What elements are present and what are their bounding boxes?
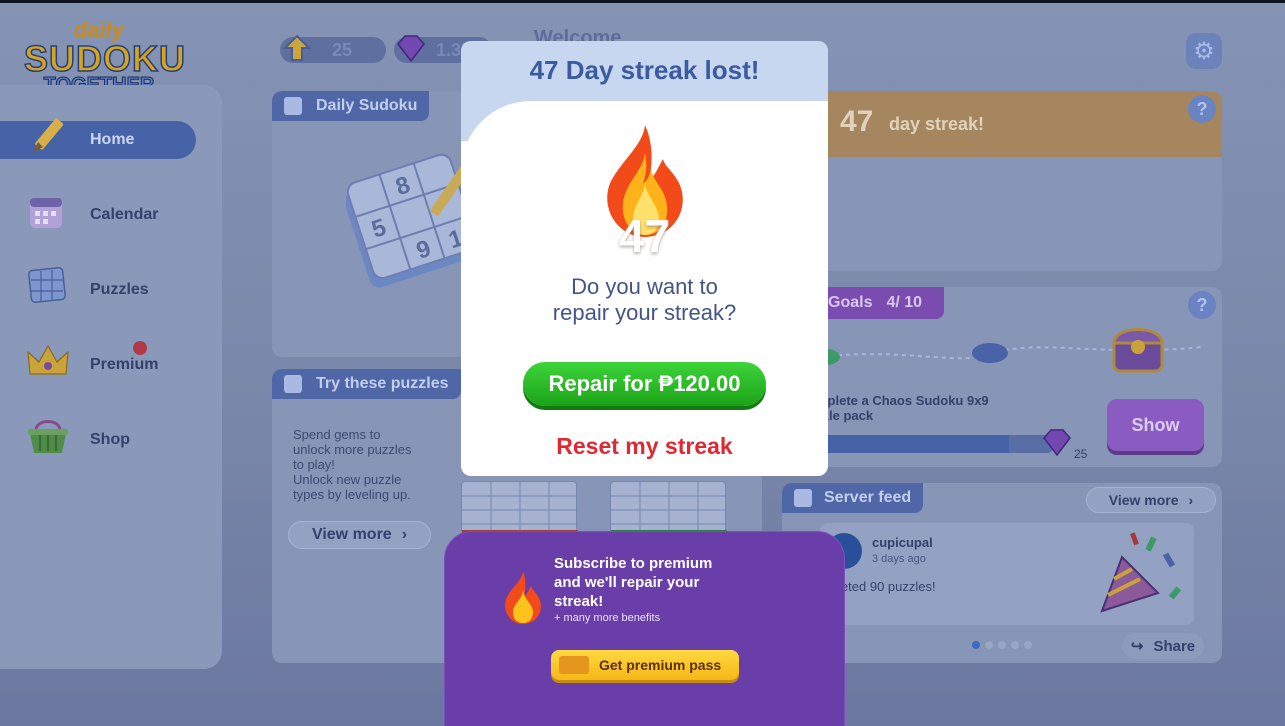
streak-help-icon[interactable]: ? (1188, 95, 1216, 123)
feed-pagination (972, 641, 1032, 649)
sidebar-item-calendar[interactable]: Calendar (0, 196, 196, 234)
description-line: unlock more puzzles (293, 442, 412, 457)
description-line: types by leveling up. (293, 487, 411, 502)
pagination-dot[interactable] (998, 641, 1006, 649)
view-more-label: View more (1108, 492, 1179, 508)
chevron-right-icon: › (401, 526, 408, 543)
chevron-right-icon: › (1188, 492, 1194, 508)
premium-line: Subscribe to premium (554, 555, 713, 572)
description-line: to play! (293, 457, 335, 472)
feed-view-more-button[interactable]: View more › (1086, 487, 1216, 513)
premium-offer-panel: Subscribe to premium and we'll repair yo… (444, 531, 845, 726)
sidebar-item-premium[interactable]: Premium (0, 344, 196, 384)
premium-button-label: Get premium pass (599, 657, 722, 673)
try-puzzles-view-more-button[interactable]: View more › (288, 521, 431, 549)
flame-icon (505, 571, 541, 624)
crown-icon (26, 340, 70, 384)
ticket-crown-icon (559, 656, 589, 674)
modal-title: 47 Day streak lost! (529, 55, 760, 85)
treasure-chest-icon (1112, 328, 1164, 373)
sidebar-item-label: Puzzles (90, 281, 149, 298)
party-popper-icon (1100, 532, 1182, 613)
goal-task-line: zzle pack (816, 408, 874, 423)
people-icon (794, 489, 812, 507)
level-pill: 25 (280, 34, 386, 63)
premium-line: and we'll repair your (554, 574, 700, 591)
flame-streak-number: 47 (618, 210, 671, 262)
calendar-check-icon (284, 97, 302, 115)
settings-gear-icon[interactable]: ⚙ (1186, 33, 1222, 69)
streak-card: 47 day streak! ? (782, 91, 1222, 271)
level-arrow-icon (282, 33, 312, 63)
daily-sudoku-title: Daily Sudoku (316, 97, 418, 114)
basket-icon (26, 415, 70, 459)
pagination-dot[interactable] (1024, 641, 1032, 649)
streak-lost-modal: 47 Day streak lost! 47 Do you want to re… (461, 41, 828, 476)
question-line: repair your streak? (552, 300, 737, 325)
daily-sudoku-card[interactable]: Daily Sudoku 5 8 9 1 (272, 91, 472, 357)
pagination-dot[interactable] (972, 641, 980, 649)
goal-task-line: mplete a Chaos Sudoku 9x9 (816, 393, 989, 408)
goals-progress: 4/ 10 (886, 294, 923, 311)
reset-streak-link[interactable]: Reset my streak (461, 433, 828, 460)
repair-question: Do you want to repair your streak? (461, 274, 828, 326)
view-more-label: View more (311, 526, 392, 543)
server-feed-title: Server feed (824, 489, 912, 506)
feed-post: cupicupal 3 days ago mpleted 90 puzzles! (820, 523, 1194, 625)
goals-card: Goals 4/ 10 ? mplete a Chaos Sudoku 9x9 … (782, 287, 1222, 467)
goals-show-button[interactable]: Show (1107, 399, 1204, 451)
feed-username: cupicupal (872, 535, 933, 550)
server-feed-tag: Server feed (782, 483, 924, 513)
server-feed-card: Server feed View more › cupicupal 3 days… (782, 483, 1222, 663)
shop-notification-badge (133, 341, 147, 355)
streak-label: day streak! (889, 114, 985, 134)
sidebar-item-label: Premium (90, 356, 159, 373)
repair-streak-button[interactable]: Repair for ₱120.00 (523, 362, 766, 406)
sidebar-item-home[interactable]: Home (0, 118, 196, 159)
sidebar-item-label: Shop (90, 431, 130, 448)
description-line: Spend gems to (293, 427, 381, 442)
level-value: 25 (331, 39, 353, 60)
app-window: daily SUDOKU TOGETHER 25 1.3K Welcome ⚙ … (0, 3, 1285, 726)
goal-reward: 25 (1074, 447, 1088, 461)
feed-timestamp: 3 days ago (872, 553, 926, 565)
pagination-dot[interactable] (985, 641, 993, 649)
puzzle-grid-icon (26, 265, 70, 309)
try-puzzles-description: Spend gems to unlock more puzzles to pla… (293, 427, 443, 502)
streak-count: 47 (840, 105, 874, 138)
grid-icon (284, 375, 302, 393)
premium-line: streak! (554, 593, 604, 610)
share-arrow-icon: ↪ (1130, 638, 1144, 655)
premium-headline: Subscribe to premium and we'll repair yo… (554, 554, 784, 611)
try-puzzles-title: Try these puzzles (316, 375, 449, 392)
daily-sudoku-tag: Daily Sudoku (272, 91, 430, 121)
sidebar-item-label: Calendar (90, 206, 159, 223)
get-premium-pass-button[interactable]: Get premium pass (551, 650, 739, 680)
pagination-dot[interactable] (1011, 641, 1019, 649)
goals-title: Goals (828, 294, 873, 311)
goal-progress-fill (812, 435, 1009, 453)
description-line: Unlock new puzzle (293, 472, 402, 487)
calendar-icon (26, 190, 70, 234)
sudoku-book-illustration: 5 8 9 1 (346, 153, 472, 288)
goal-task-text: mplete a Chaos Sudoku 9x9 zzle pack (816, 393, 989, 423)
share-label: Share (1153, 637, 1196, 655)
gem-icon (394, 33, 428, 63)
sidebar-item-puzzles[interactable]: Puzzles (0, 266, 196, 309)
logo-sudoku: SUDOKU (23, 38, 187, 79)
pencil-icon (26, 115, 70, 159)
goal-progress-bar (812, 435, 1052, 453)
gem-icon (1043, 429, 1071, 457)
try-puzzles-tag: Try these puzzles (272, 369, 461, 399)
sidebar-item-label: Home (90, 131, 135, 148)
premium-subtext: + many more benefits (554, 612, 661, 624)
share-button[interactable]: ↪ Share (1122, 633, 1204, 659)
question-line: Do you want to (571, 274, 718, 299)
sidebar-item-shop[interactable]: Shop (0, 420, 196, 459)
goals-help-icon[interactable]: ? (1188, 291, 1216, 319)
